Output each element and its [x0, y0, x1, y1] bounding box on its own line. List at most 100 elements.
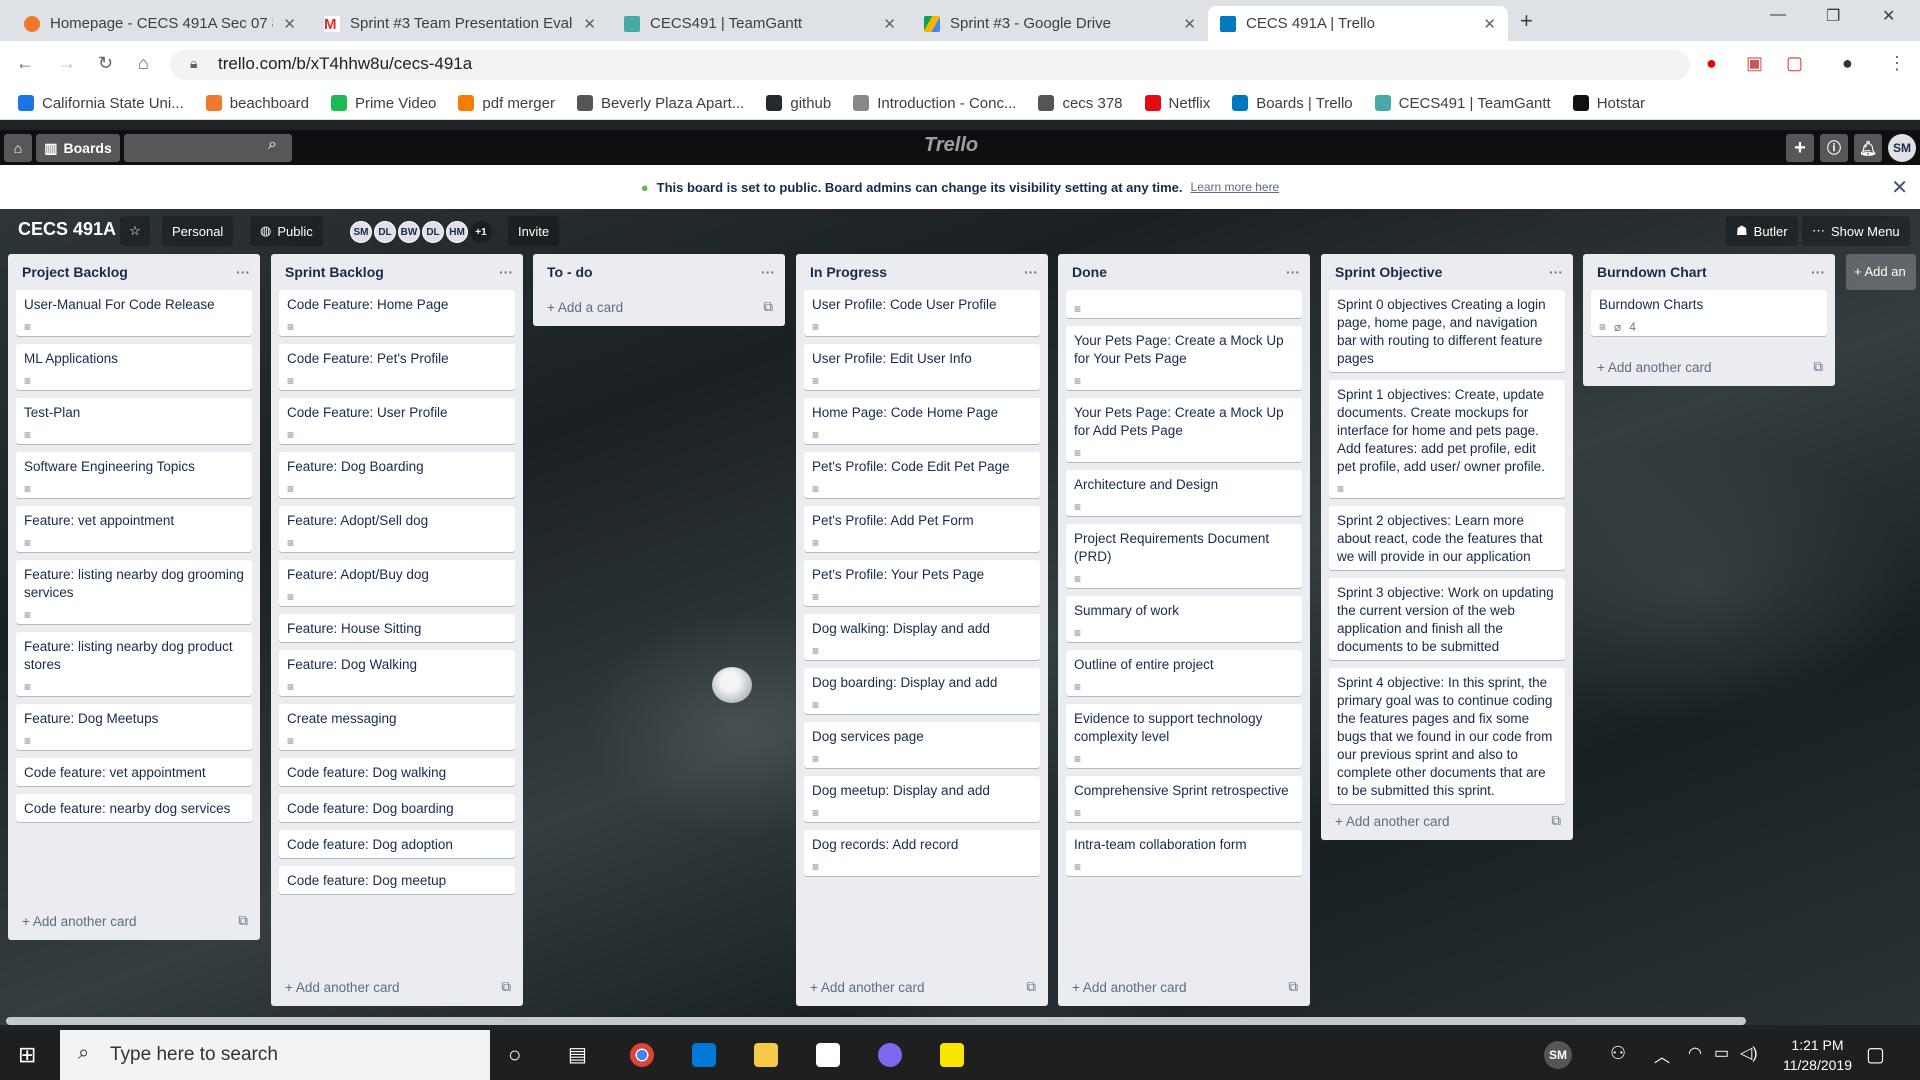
- url-text[interactable]: trello.com/b/xT4hhw8u/cecs-491a: [218, 54, 472, 74]
- list-menu-icon[interactable]: ···: [1286, 264, 1300, 280]
- trello-logo[interactable]: Trello: [924, 134, 978, 157]
- card[interactable]: Feature: Dog Meetups ≡: [16, 704, 252, 750]
- forward-icon[interactable]: →: [58, 53, 76, 74]
- card[interactable]: Dog meetup: Display and add ≡: [804, 776, 1040, 822]
- card-template-icon[interactable]: ⧉: [1288, 979, 1298, 995]
- star-board-button[interactable]: ☆: [120, 216, 150, 246]
- people-avatar[interactable]: SM: [1544, 1041, 1572, 1069]
- list-header[interactable]: To - do ···: [533, 254, 785, 290]
- card[interactable]: Feature: Dog Walking ≡: [279, 650, 515, 696]
- list-header[interactable]: Burndown Chart ···: [1583, 254, 1835, 290]
- windows-start-icon[interactable]: ⊞: [18, 1042, 36, 1068]
- card[interactable]: Dog services page ≡: [804, 722, 1040, 768]
- card[interactable]: Pet's Profile: Add Pet Form ≡: [804, 506, 1040, 552]
- card[interactable]: Sprint 2 objectives: Learn more about re…: [1329, 506, 1565, 570]
- more-members-badge[interactable]: +1: [470, 221, 492, 243]
- card[interactable]: Feature: House Sitting: [279, 614, 515, 642]
- card[interactable]: Summary of work ≡: [1066, 596, 1302, 642]
- back-icon[interactable]: ←: [16, 53, 34, 74]
- list-title[interactable]: To - do: [547, 264, 593, 280]
- card[interactable]: Feature: Adopt/Sell dog ≡: [279, 506, 515, 552]
- reload-icon[interactable]: ↻: [98, 53, 113, 74]
- butler-button[interactable]: ☗ Butler: [1726, 216, 1798, 246]
- card[interactable]: Intra-team collaboration form ≡: [1066, 830, 1302, 876]
- list-menu-icon[interactable]: ···: [499, 264, 513, 280]
- add-card-button[interactable]: + Add another card ⧉: [271, 972, 523, 1002]
- bookmark-item[interactable]: Hotstar: [1572, 95, 1645, 112]
- bookmark-item[interactable]: CECS491 | TeamGantt: [1374, 95, 1551, 112]
- card[interactable]: User Profile: Edit User Info ≡: [804, 344, 1040, 390]
- card[interactable]: Your Pets Page: Create a Mock Up for Add…: [1066, 398, 1302, 462]
- search-icon[interactable]: ⌕: [268, 136, 277, 154]
- add-card-button[interactable]: + Add another card ⧉: [8, 906, 260, 936]
- add-card-button[interactable]: + Add another card ⧉: [796, 972, 1048, 1002]
- list-header[interactable]: Done ···: [1058, 254, 1310, 290]
- task-view-icon[interactable]: ▤: [568, 1042, 587, 1067]
- browser-tab-trello[interactable]: CECS 491A | Trello ✕: [1208, 6, 1508, 41]
- card[interactable]: Outline of entire project ≡: [1066, 650, 1302, 696]
- new-tab-button[interactable]: +: [1520, 8, 1533, 34]
- close-banner-icon[interactable]: ✕: [1891, 175, 1908, 200]
- list-title[interactable]: In Progress: [810, 264, 887, 280]
- visibility-button[interactable]: ◍ Public: [250, 216, 323, 246]
- horizontal-scrollbar[interactable]: [6, 1017, 1746, 1025]
- card[interactable]: ML Applications ≡: [16, 344, 252, 390]
- board-search-input[interactable]: [124, 134, 292, 162]
- card[interactable]: Code feature: Dog walking: [279, 758, 515, 786]
- card[interactable]: Burndown Charts ≡ ⌀ 4: [1591, 290, 1827, 336]
- card[interactable]: Feature: listing nearby dog product stor…: [16, 632, 252, 696]
- bookmark-item[interactable]: Introduction - Conc...: [853, 95, 1016, 112]
- card[interactable]: Code feature: Dog meetup: [279, 866, 515, 894]
- list-menu-icon[interactable]: ···: [761, 264, 775, 280]
- card[interactable]: Sprint 1 objectives: Create, update docu…: [1329, 380, 1565, 498]
- volume-icon[interactable]: ◁): [1740, 1043, 1758, 1063]
- card[interactable]: Dog walking: Display and add ≡: [804, 614, 1040, 660]
- card[interactable]: Feature: Dog Boarding ≡: [279, 452, 515, 498]
- add-card-button[interactable]: + Add another card ⧉: [1583, 352, 1835, 382]
- card[interactable]: Software Engineering Topics ≡: [16, 452, 252, 498]
- member-avatar[interactable]: HM: [446, 221, 468, 243]
- notifications-icon[interactable]: ▢: [1866, 1042, 1885, 1067]
- card[interactable]: User Profile: Code User Profile ≡: [804, 290, 1040, 336]
- card[interactable]: User-Manual For Code Release ≡: [16, 290, 252, 336]
- list-menu-icon[interactable]: ···: [236, 264, 250, 280]
- card[interactable]: Dog records: Add record ≡: [804, 830, 1040, 876]
- taskbar-search-input[interactable]: ⌕ Type here to search: [60, 1030, 490, 1080]
- card-template-icon[interactable]: ⧉: [763, 299, 773, 315]
- card[interactable]: Feature: listing nearby dog grooming ser…: [16, 560, 252, 624]
- card[interactable]: Pet's Profile: Your Pets Page ≡: [804, 560, 1040, 606]
- user-avatar[interactable]: SM: [1888, 134, 1916, 162]
- card[interactable]: Code Feature: User Profile ≡: [279, 398, 515, 444]
- add-card-button[interactable]: + Add a card ⧉: [533, 292, 785, 322]
- card[interactable]: Code Feature: Home Page ≡: [279, 290, 515, 336]
- store-taskbar-icon[interactable]: [692, 1043, 716, 1067]
- list-menu-icon[interactable]: ···: [1811, 264, 1825, 280]
- card[interactable]: Sprint 4 objective: In this sprint, the …: [1329, 668, 1565, 804]
- boards-button[interactable]: ▥ Boards: [36, 134, 120, 162]
- browser-tab-beachboard[interactable]: Homepage - CECS 491A Sec 07 8 ✕: [12, 6, 308, 41]
- member-avatar[interactable]: SM: [350, 221, 372, 243]
- maximize-icon[interactable]: ❐: [1826, 6, 1840, 26]
- list-header[interactable]: Project Backlog ···: [8, 254, 260, 290]
- list-title[interactable]: Done: [1072, 264, 1107, 280]
- chrome-menu-icon[interactable]: ⋮: [1888, 53, 1906, 74]
- bookmark-item[interactable]: cecs 378: [1038, 95, 1123, 112]
- card[interactable]: Dog boarding: Display and add ≡: [804, 668, 1040, 714]
- file-explorer-taskbar-icon[interactable]: [754, 1043, 778, 1067]
- card-template-icon[interactable]: ⧉: [1026, 979, 1036, 995]
- close-window-icon[interactable]: ✕: [1882, 6, 1895, 26]
- list-title[interactable]: Sprint Objective: [1335, 264, 1442, 280]
- card[interactable]: Pet's Profile: Code Edit Pet Page ≡: [804, 452, 1040, 498]
- pocket-extension-icon[interactable]: ▢: [1786, 53, 1803, 74]
- card[interactable]: Code Feature: Pet's Profile ≡: [279, 344, 515, 390]
- card[interactable]: Your Pets Page: Create a Mock Up for You…: [1066, 326, 1302, 390]
- bookmark-item[interactable]: Prime Video: [330, 95, 436, 112]
- list-title[interactable]: Project Backlog: [22, 264, 128, 280]
- list-title[interactable]: Burndown Chart: [1597, 264, 1707, 280]
- home-icon[interactable]: ⌂: [138, 53, 149, 74]
- close-tab-icon[interactable]: ✕: [1183, 15, 1196, 33]
- wifi-icon[interactable]: ◠: [1688, 1043, 1702, 1063]
- opera-extension-icon[interactable]: ●: [1706, 53, 1717, 74]
- profile-avatar-icon[interactable]: ●: [1842, 53, 1853, 74]
- close-tab-icon[interactable]: ✕: [883, 15, 896, 33]
